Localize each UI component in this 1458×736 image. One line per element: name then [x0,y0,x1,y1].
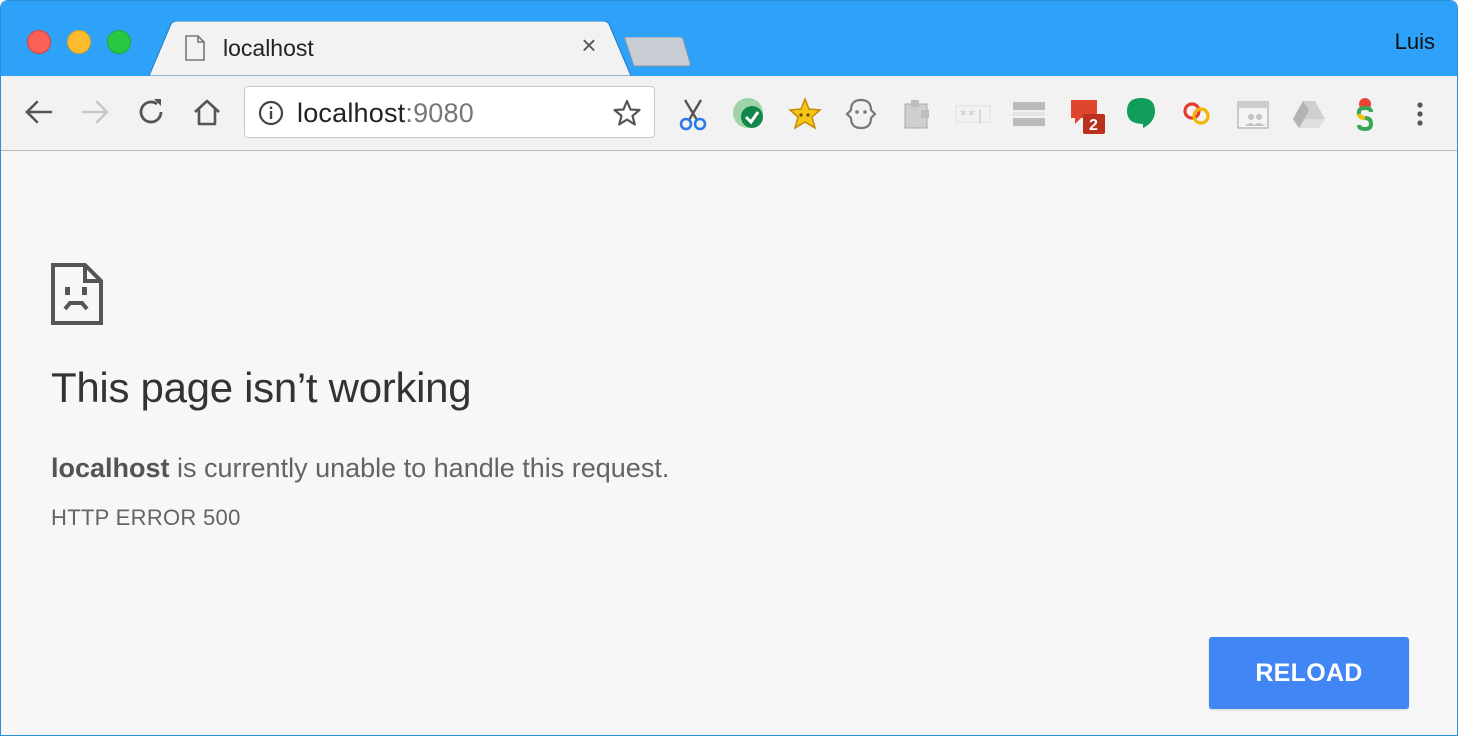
address-bar[interactable]: localhost:9080 [244,86,655,138]
browser-toolbar: localhost:9080 **| 2 [1,76,1457,151]
chat-badge-icon[interactable]: 2 [1067,96,1105,134]
forward-button[interactable] [77,94,113,130]
reload-toolbar-button[interactable] [133,94,169,130]
star-gold-icon[interactable] [787,96,823,132]
back-button[interactable] [21,94,57,130]
hangouts-icon[interactable] [1123,96,1159,132]
rings-icon[interactable] [1179,96,1215,132]
browser-window: localhost × Luis localhost:9080 **| 2 Th… [0,0,1458,736]
more-options-icon[interactable] [1409,96,1431,132]
title-bar: localhost × Luis [1,1,1457,76]
grammarly-check-icon[interactable] [731,96,767,132]
error-heading: This page isn’t working [51,364,472,411]
profile-name[interactable]: Luis [1395,29,1435,55]
drive-icon[interactable] [1291,96,1327,132]
minimize-window-button[interactable] [67,30,91,54]
sad-page-icon [51,263,103,330]
home-icon [194,99,220,126]
close-window-button[interactable] [27,30,51,54]
tab-title: localhost [223,35,314,61]
error-message: localhost is currently unable to handle … [51,453,669,484]
svg-text:**|: **| [959,108,984,124]
arrow-right-icon [81,100,109,124]
error-code: HTTP ERROR 500 [51,505,241,530]
arrow-left-icon [25,100,53,124]
reload-button[interactable]: RELOAD [1209,637,1409,709]
refresh-icon [139,99,163,124]
ghost-icon[interactable] [843,96,879,132]
info-icon[interactable] [258,100,284,131]
url-text[interactable]: localhost:9080 [297,98,474,129]
calendar-icon[interactable] [1235,96,1271,132]
error-page: This page isn’t working localhost is cur… [1,151,1457,735]
zoom-window-button[interactable] [107,30,131,54]
scissors-icon[interactable] [675,96,711,132]
error-host: localhost [51,453,170,483]
bookmark-star-icon[interactable] [612,98,642,133]
stripes-icon[interactable] [1011,96,1047,132]
tab-localhost[interactable]: localhost × [149,21,631,76]
chat-badge-count: 2 [1089,117,1098,134]
tab-close-icon[interactable]: × [577,32,601,58]
color-s-icon[interactable] [1347,96,1383,132]
puzzle-icon[interactable] [899,96,935,132]
error-message-text: is currently unable to handle this reque… [169,453,670,483]
home-button[interactable] [189,94,225,130]
document-icon [185,35,205,66]
password-icon[interactable]: **| [955,96,991,132]
new-tab-button[interactable] [624,36,692,72]
